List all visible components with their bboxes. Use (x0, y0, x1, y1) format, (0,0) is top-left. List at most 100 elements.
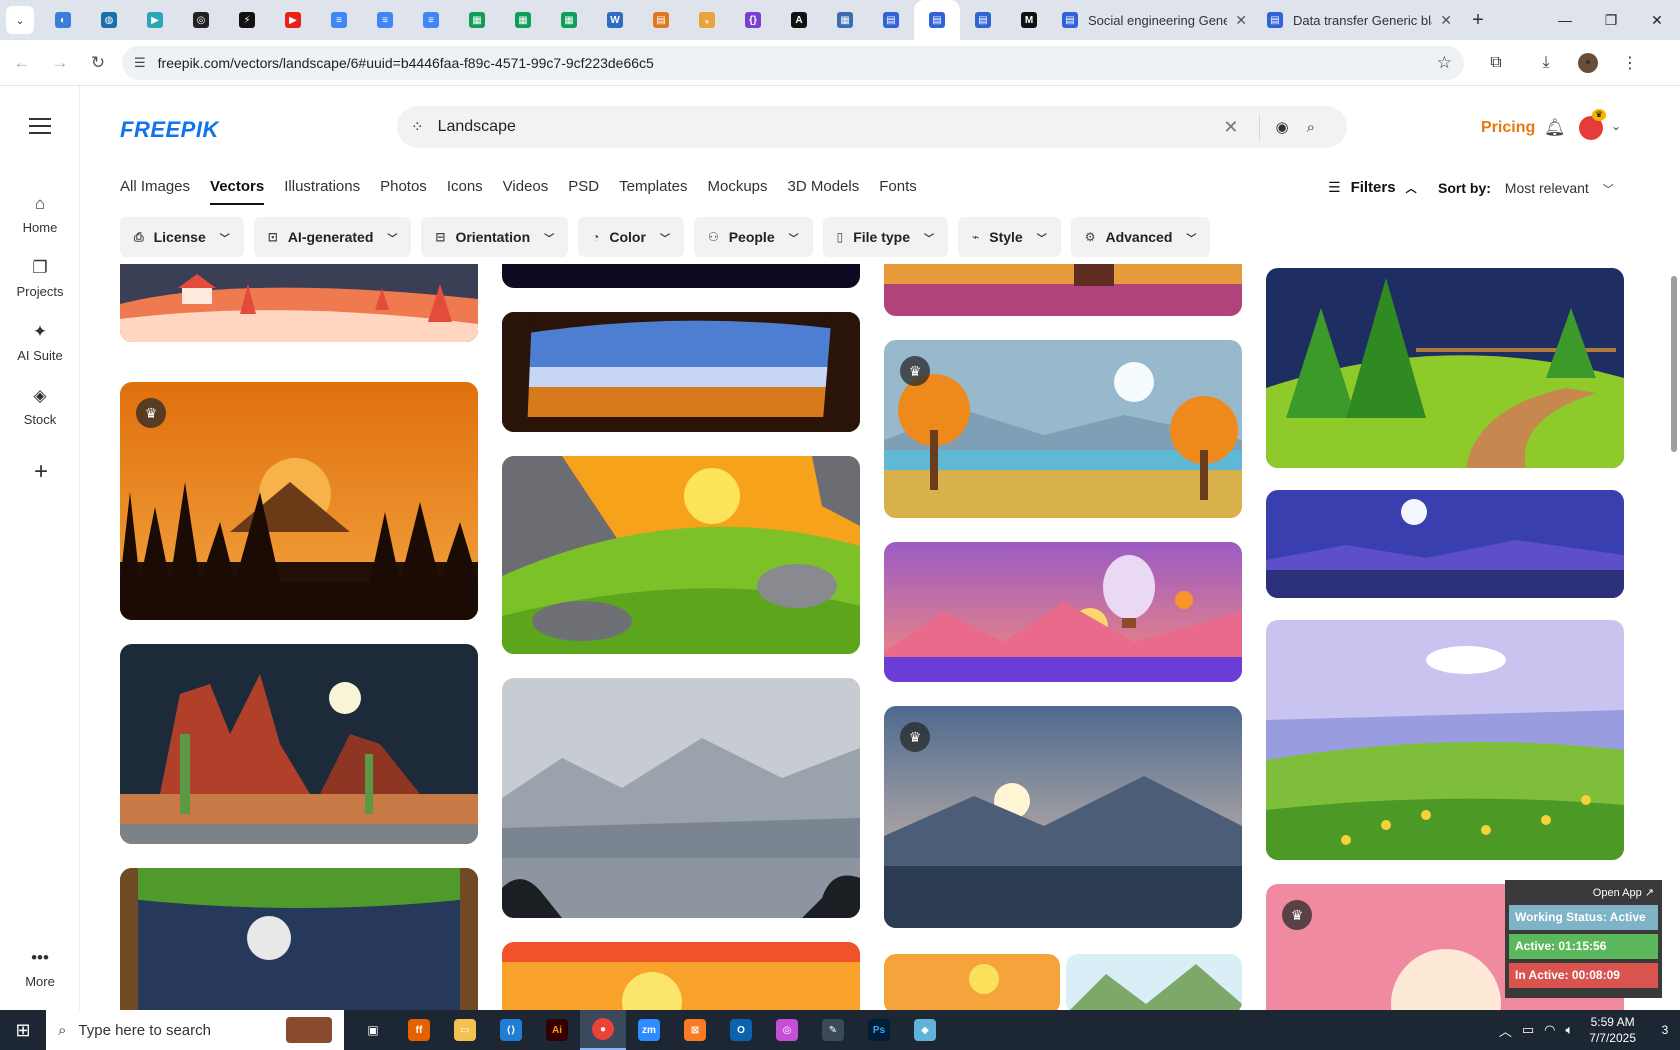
filters-toggle[interactable]: ☰ Filters ︿ (1328, 179, 1417, 196)
pinned-tab[interactable]: A (776, 0, 822, 40)
close-tab-icon[interactable]: ✕ (1440, 12, 1452, 29)
bell-icon[interactable]: 🔔︎ (1544, 118, 1566, 138)
landscape-card-desert-night[interactable] (120, 644, 478, 844)
task-view-icon[interactable]: ▣ (350, 1010, 396, 1050)
landscape-card-autumn-trees[interactable]: ♛ (884, 340, 1242, 518)
page-scrollbar[interactable] (1668, 86, 1680, 1010)
filter-chip-color[interactable]: ◔ Color ﹀ (578, 217, 684, 257)
rail-item-stock[interactable]: ◈ Stock (0, 386, 80, 427)
camera-icon[interactable]: ◉ (1276, 118, 1289, 136)
pinned-tab[interactable]: ⚡︎ (224, 0, 270, 40)
sort-dropdown[interactable]: Sort by: Most relevant ﹀ (1438, 180, 1614, 197)
pinned-tab[interactable]: {} (730, 0, 776, 40)
landscape-card-autumn-lake[interactable] (502, 312, 860, 432)
landscape-card-farm-dusk[interactable] (884, 264, 1242, 316)
back-button[interactable]: ← (6, 47, 38, 79)
chevron-up-icon[interactable]: ︿ (1499, 1021, 1512, 1040)
pinned-tab[interactable]: ▦ (822, 0, 868, 40)
tab-data-transfer[interactable]: ▤ Data transfer Generic bla ✕ (1257, 0, 1462, 40)
landscape-card-mountain-dawn[interactable]: ♛ (884, 706, 1242, 928)
pinned-tab[interactable]: ▦ (454, 0, 500, 40)
site-info-icon[interactable]: ☰ (134, 55, 146, 71)
category-tab[interactable]: 3D Models (788, 178, 860, 205)
search-type-icon[interactable]: ⁘ (411, 118, 424, 136)
landscape-card-flower-meadow[interactable] (1266, 620, 1624, 860)
close-window-button[interactable]: ✕ (1634, 0, 1680, 40)
downloads-icon[interactable]: ⤓ (1528, 47, 1564, 79)
tab-search-button[interactable]: ⌄ (6, 6, 34, 34)
zoom-icon[interactable]: zm (626, 1010, 672, 1050)
landscape-card-misty-mountains[interactable] (502, 678, 860, 918)
pinned-tab[interactable]: ▤ (868, 0, 914, 40)
photoshop-icon[interactable]: Ps (856, 1010, 902, 1050)
tab-social-engineering[interactable]: ▤ Social engineering Gener ✕ (1052, 0, 1257, 40)
clear-search-icon[interactable]: ✕ (1223, 117, 1238, 138)
firefox-icon[interactable]: ff (396, 1010, 442, 1050)
pinned-tab[interactable]: ▤ (638, 0, 684, 40)
forward-button[interactable]: → (44, 47, 76, 79)
landscape-card-pine-path[interactable] (1266, 268, 1624, 468)
landscape-card-night-strip[interactable] (502, 264, 860, 288)
reload-button[interactable]: ↻ (82, 47, 114, 79)
taskbar-search[interactable]: ⌕ Type here to search (46, 1010, 344, 1050)
new-tab-button[interactable]: + (1462, 0, 1494, 40)
category-tab[interactable]: Photos (380, 178, 427, 205)
vscode-icon[interactable]: ⟨⟩ (488, 1010, 534, 1050)
clock[interactable]: 5:59 AM 7/7/2025 (1589, 1014, 1636, 1046)
landscape-card-sunset-field[interactable] (884, 954, 1060, 1010)
bookmark-star-icon[interactable]: ☆ (1437, 53, 1452, 73)
profile-avatar[interactable]: ● (1578, 52, 1598, 73)
pinned-tab[interactable]: ▤ (914, 0, 960, 40)
landscape-card-red-house[interactable] (120, 264, 478, 342)
wifi-icon[interactable]: ◠ (1544, 1022, 1555, 1038)
search-input[interactable]: Landscape (438, 118, 1224, 136)
pinned-tab[interactable]: ᵥ (684, 0, 730, 40)
landscape-card-jungle-moon[interactable] (120, 868, 478, 1010)
rail-item-ai-suite[interactable]: ✦ AI Suite (0, 322, 80, 363)
scrollbar-thumb[interactable] (1671, 276, 1677, 452)
landscape-card-hot-air-balloon[interactable] (884, 542, 1242, 682)
filter-chip-license[interactable]: ⎙ License ﹀ (120, 217, 244, 257)
photos-icon[interactable]: ◎ (764, 1010, 810, 1050)
pen-tool-icon[interactable]: ✎ (810, 1010, 856, 1050)
xampp-icon[interactable]: ⊠ (672, 1010, 718, 1050)
landscape-card-green-hills[interactable] (502, 456, 860, 654)
network-icon[interactable]: ▭ (1522, 1022, 1534, 1038)
open-app-link[interactable]: Open App ↗ (1509, 886, 1654, 899)
landscape-card-sunset-forest[interactable]: ♛ (120, 382, 478, 620)
category-tab[interactable]: Illustrations (284, 178, 360, 205)
windows-start-icon[interactable]: ⊞ (0, 1010, 46, 1050)
landscape-card-purple-night[interactable] (1266, 490, 1624, 598)
rail-item-home[interactable]: ⌂ Home (0, 194, 80, 235)
filter-chip-ai-generated[interactable]: ⊡ AI-generated ﹀ (253, 217, 412, 257)
filter-chip-advanced[interactable]: ⚙ Advanced ﹀ (1070, 217, 1211, 257)
filter-chip-orientation[interactable]: ⊟ Orientation ﹀ (421, 217, 569, 257)
pinned-tab[interactable]: ▦ (546, 0, 592, 40)
app-diamond-icon[interactable]: ◆ (902, 1010, 948, 1050)
category-tab[interactable]: Mockups (707, 178, 767, 205)
pricing-link[interactable]: Pricing (1481, 119, 1535, 137)
outlook-icon[interactable]: O (718, 1010, 764, 1050)
menu-kebab-icon[interactable]: ⋮ (1612, 47, 1648, 79)
pinned-tab[interactable]: ▶ (270, 0, 316, 40)
hamburger-menu-icon[interactable] (29, 118, 51, 134)
filter-chip-people[interactable]: ⚇ People ﹀ (693, 217, 813, 257)
pinned-tab[interactable]: ▶ (132, 0, 178, 40)
filter-chip-style[interactable]: ⌁ Style ﹀ (958, 217, 1061, 257)
category-tab[interactable]: Icons (447, 178, 483, 205)
volume-icon[interactable]: 🔈︎ (1565, 1022, 1573, 1038)
pinned-tab[interactable]: ◍ (86, 0, 132, 40)
category-tab[interactable]: All Images (120, 178, 190, 205)
address-bar[interactable]: ☰ freepik.com/vectors/landscape/6#uuid=b… (122, 45, 1464, 80)
notifications-icon[interactable]: 3 (1650, 1023, 1680, 1037)
pinned-tab[interactable]: M (1006, 0, 1052, 40)
freepik-logo[interactable]: FREEPIK (120, 117, 219, 143)
category-tab[interactable]: Templates (619, 178, 687, 205)
rail-item-projects[interactable]: ❐ Projects (0, 258, 80, 299)
search-icon[interactable]: ⌕ (1307, 119, 1315, 136)
chrome-icon[interactable]: ● (580, 1010, 626, 1050)
restore-button[interactable]: ❐ (1588, 0, 1634, 40)
category-tab[interactable]: Videos (503, 178, 549, 205)
category-tab[interactable]: PSD (568, 178, 599, 205)
extensions-icon[interactable]: ⧉ (1478, 47, 1514, 79)
